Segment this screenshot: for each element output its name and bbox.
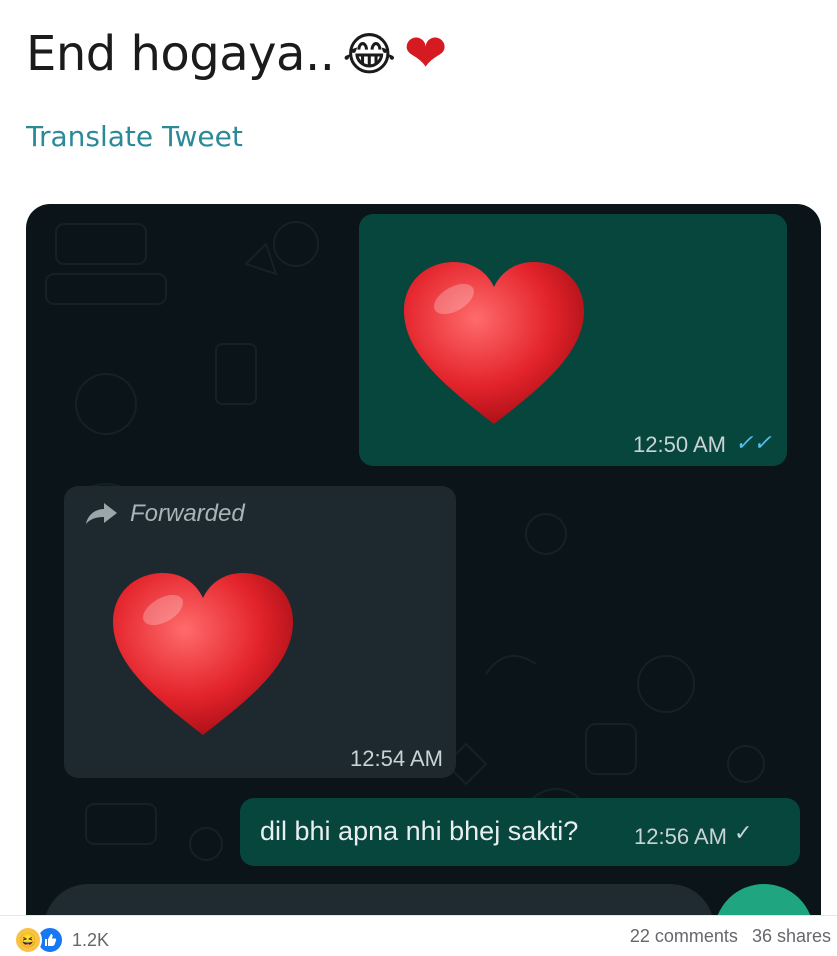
heart-emoji-icon [404,262,584,424]
read-receipt-icon: ✓✓ [735,430,772,455]
heart-emoji-icon: ❤ [403,24,448,84]
forwarded-label: Forwarded [130,500,245,527]
heart-emoji-icon [113,573,293,735]
laughing-emoji-icon: 😂 [342,27,396,81]
reactions-summary[interactable]: 😆 1.2K [14,926,109,954]
outgoing-text-message[interactable]: dil bhi apna nhi bhej sakti? 12:56 AM ✓ [240,798,800,866]
haha-reaction-icon: 😆 [14,926,42,954]
chat-screenshot: 12:50 AM ✓✓ Forwarded 12:54 AM dil bhi a [26,204,821,944]
forwarded-indicator: Forwarded [84,500,245,528]
post-footer: 😆 1.2K 22 comments 36 shares [0,915,837,956]
forward-arrow-icon [86,503,117,524]
shares-link[interactable]: 36 shares [752,926,831,947]
outgoing-heart-message[interactable]: 12:50 AM ✓✓ [359,214,787,466]
sent-check-icon: ✓ [734,820,753,845]
reaction-count: 1.2K [72,929,110,950]
message-time: 12:50 AM [633,432,726,457]
incoming-forwarded-message[interactable]: Forwarded 12:54 AM [64,486,456,778]
comments-link[interactable]: 22 comments [630,926,738,947]
tweet-text-content: End hogaya.. [26,26,335,82]
tweet-text: End hogaya.. 😂 ❤ [26,26,447,82]
message-text: dil bhi apna nhi bhej sakti? [260,816,579,846]
translate-tweet-link[interactable]: Translate Tweet [26,120,243,153]
message-time: 12:54 AM [350,746,443,771]
message-time: 12:56 AM [634,824,727,849]
